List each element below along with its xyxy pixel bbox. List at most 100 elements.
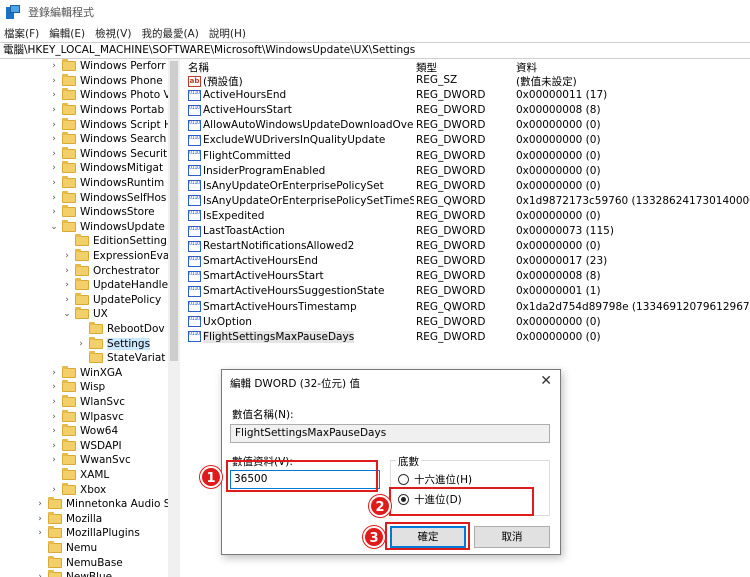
- chevron-right-icon[interactable]: ›: [35, 572, 45, 577]
- tree-item[interactable]: › WindowsMitigat: [49, 161, 163, 176]
- tree-item[interactable]: › Windows Securit: [49, 146, 167, 162]
- value-name[interactable]: (預設值): [203, 74, 243, 89]
- chevron-right-icon[interactable]: ›: [49, 178, 59, 188]
- tree-item[interactable]: › Windows Portab: [49, 103, 164, 118]
- value-name-cell[interactable]: 0110 1001IsExpedited: [188, 210, 414, 222]
- tree-item-label[interactable]: MozillaPlugins: [66, 527, 140, 539]
- chevron-right-icon[interactable]: ›: [62, 280, 72, 290]
- tree-item-label[interactable]: Nemu: [66, 542, 97, 554]
- value-row[interactable]: 0110 1001ActiveHoursStartREG_DWORD0x0000…: [184, 104, 750, 119]
- value-row[interactable]: 0110 1001SmartActiveHoursEndREG_DWORD0x0…: [184, 255, 750, 270]
- tree-item-label[interactable]: WindowsRuntim: [80, 177, 164, 189]
- tree-item-label[interactable]: Windows Search: [80, 133, 166, 145]
- chevron-right-icon[interactable]: ›: [62, 295, 72, 305]
- value-name[interactable]: IsAnyUpdateOrEnterprisePolicySetTimeSt..…: [203, 195, 414, 207]
- value-name[interactable]: IsExpedited: [203, 210, 264, 222]
- chevron-right-icon[interactable]: ›: [62, 266, 72, 276]
- menu-view[interactable]: 檢視(V): [95, 26, 131, 41]
- value-name-cell[interactable]: 0110 1001ActiveHoursEnd: [188, 89, 414, 101]
- value-name-cell[interactable]: 0110 1001IsAnyUpdateOrEnterprisePolicySe…: [188, 195, 414, 207]
- chevron-right-icon[interactable]: ›: [49, 382, 59, 392]
- chevron-right-icon[interactable]: ›: [35, 528, 45, 538]
- column-header-type[interactable]: 類型: [416, 60, 437, 75]
- value-name-cell[interactable]: ab (預設值): [188, 74, 414, 89]
- tree-item[interactable]: NemuBase: [35, 555, 123, 570]
- value-name-cell[interactable]: 0110 1001ExcludeWUDriversInQualityUpdate: [188, 134, 414, 146]
- value-name[interactable]: InsiderProgramEnabled: [203, 165, 325, 177]
- value-row[interactable]: 0110 1001LastToastActionREG_DWORD0x00000…: [184, 225, 750, 240]
- tree-item[interactable]: › Windows Perforr: [49, 59, 166, 74]
- value-name[interactable]: LastToastAction: [203, 225, 285, 237]
- tree-item-label[interactable]: Minnetonka Audio S: [66, 498, 169, 510]
- value-name[interactable]: SmartActiveHoursEnd: [203, 255, 318, 267]
- tree-item[interactable]: › Minnetonka Audio S: [35, 497, 169, 512]
- tree-item[interactable]: › Windows Phone: [49, 73, 163, 89]
- tree-item[interactable]: › WindowsRuntim: [49, 176, 164, 191]
- chevron-right-icon[interactable]: ›: [49, 441, 59, 451]
- value-name[interactable]: SmartActiveHoursTimestamp: [203, 301, 357, 313]
- tree-item[interactable]: › WSDAPI: [49, 438, 122, 454]
- value-row[interactable]: 0110 1001RestartNotificationsAllowed2REG…: [184, 240, 750, 255]
- tree-item[interactable]: › UpdatePolicy: [62, 292, 161, 308]
- radio-hexadecimal[interactable]: 十六進位(H): [398, 472, 472, 487]
- value-row[interactable]: 0110 1001UxOptionREG_DWORD0x00000000 (0): [184, 316, 750, 331]
- value-row[interactable]: 0110 1001SmartActiveHoursTimestampREG_QW…: [184, 301, 750, 316]
- radio-hex-circle[interactable]: [398, 474, 409, 485]
- value-name-cell[interactable]: 0110 1001RestartNotificationsAllowed2: [188, 240, 414, 252]
- tree-item[interactable]: › Windows Search: [49, 132, 166, 147]
- address-bar[interactable]: 電腦\HKEY_LOCAL_MACHINE\SOFTWARE\Microsoft…: [0, 42, 750, 59]
- value-name[interactable]: ActiveHoursEnd: [203, 89, 286, 101]
- menu-favorites[interactable]: 我的最愛(A): [141, 26, 198, 41]
- close-icon[interactable]: ✕: [540, 373, 552, 389]
- tree-item-label[interactable]: WindowsUpdate: [80, 221, 165, 233]
- tree-item[interactable]: ⌄ WindowsUpdate: [49, 219, 165, 235]
- value-name[interactable]: SmartActiveHoursStart: [203, 270, 324, 282]
- tree-item-label[interactable]: Wisp: [80, 381, 105, 393]
- value-name-cell[interactable]: 0110 1001SmartActiveHoursSuggestionState: [188, 285, 414, 297]
- menu-file[interactable]: 檔案(F): [4, 26, 39, 41]
- tree-item-label[interactable]: Windows Script H: [80, 119, 169, 131]
- value-name-cell[interactable]: 0110 1001FlightSettingsMaxPauseDays: [188, 330, 414, 343]
- chevron-right-icon[interactable]: ›: [76, 339, 86, 349]
- value-row[interactable]: 0110 1001IsAnyUpdateOrEnterprisePolicySe…: [184, 180, 750, 195]
- chevron-right-icon[interactable]: ›: [49, 485, 59, 495]
- chevron-right-icon[interactable]: ›: [49, 105, 59, 115]
- tree-item[interactable]: › Orchestrator: [62, 263, 159, 278]
- tree-item-label[interactable]: Orchestrator: [93, 265, 159, 277]
- value-name-cell[interactable]: 0110 1001UxOption: [188, 316, 414, 328]
- tree-item-label[interactable]: UpdatePolicy: [93, 294, 161, 306]
- tree-item-label[interactable]: Wow64: [80, 425, 118, 437]
- chevron-right-icon[interactable]: ›: [49, 412, 59, 422]
- tree-item[interactable]: › WindowsStore: [49, 205, 155, 220]
- tree-item[interactable]: › Windows Photo V: [49, 88, 169, 103]
- tree-item[interactable]: › MozillaPlugins: [35, 526, 140, 541]
- chevron-right-icon[interactable]: ›: [49, 134, 59, 144]
- radio-hex-label[interactable]: 十六進位(H): [414, 472, 472, 487]
- value-name-cell[interactable]: 0110 1001AllowAutoWindowsUpdateDownloadO…: [188, 119, 414, 131]
- tree-item[interactable]: › Wisp: [49, 380, 105, 395]
- tree-item-label[interactable]: Windows Phone: [80, 75, 163, 87]
- value-name[interactable]: AllowAutoWindowsUpdateDownloadOver...: [203, 119, 414, 131]
- value-name-cell[interactable]: 0110 1001SmartActiveHoursTimestamp: [188, 301, 414, 313]
- tree-item[interactable]: › WindowsSelfHos: [49, 190, 166, 205]
- value-name-cell[interactable]: 0110 1001ActiveHoursStart: [188, 104, 414, 116]
- tree-item-label[interactable]: RebootDov: [107, 323, 165, 335]
- chevron-right-icon[interactable]: ›: [49, 163, 59, 173]
- tree-item-label[interactable]: Wlpasvc: [80, 411, 124, 423]
- value-row[interactable]: 0110 1001FlightSettingsMaxPauseDaysREG_D…: [184, 330, 750, 346]
- value-name[interactable]: UxOption: [203, 316, 252, 328]
- value-row[interactable]: 0110 1001FlightCommittedREG_DWORD0x00000…: [184, 150, 750, 165]
- tree-item-label[interactable]: WwanSvc: [80, 454, 131, 466]
- value-name[interactable]: RestartNotificationsAllowed2: [203, 240, 354, 252]
- tree-item-label[interactable]: Windows Photo V: [80, 89, 169, 101]
- tree-item-label[interactable]: Windows Securit: [80, 148, 167, 160]
- value-name[interactable]: FlightCommitted: [203, 150, 291, 162]
- tree-item[interactable]: › ExpressionEva: [62, 249, 169, 264]
- chevron-right-icon[interactable]: ›: [49, 193, 59, 203]
- tree-item[interactable]: › NewBlue: [35, 570, 112, 577]
- value-row[interactable]: 0110 1001InsiderProgramEnabledREG_DWORD0…: [184, 165, 750, 180]
- tree-item[interactable]: › WlanSvc: [49, 395, 125, 410]
- value-name[interactable]: FlightSettingsMaxPauseDays: [203, 330, 355, 343]
- value-name[interactable]: ExcludeWUDriversInQualityUpdate: [203, 134, 385, 146]
- tree-item[interactable]: Nemu: [35, 541, 97, 556]
